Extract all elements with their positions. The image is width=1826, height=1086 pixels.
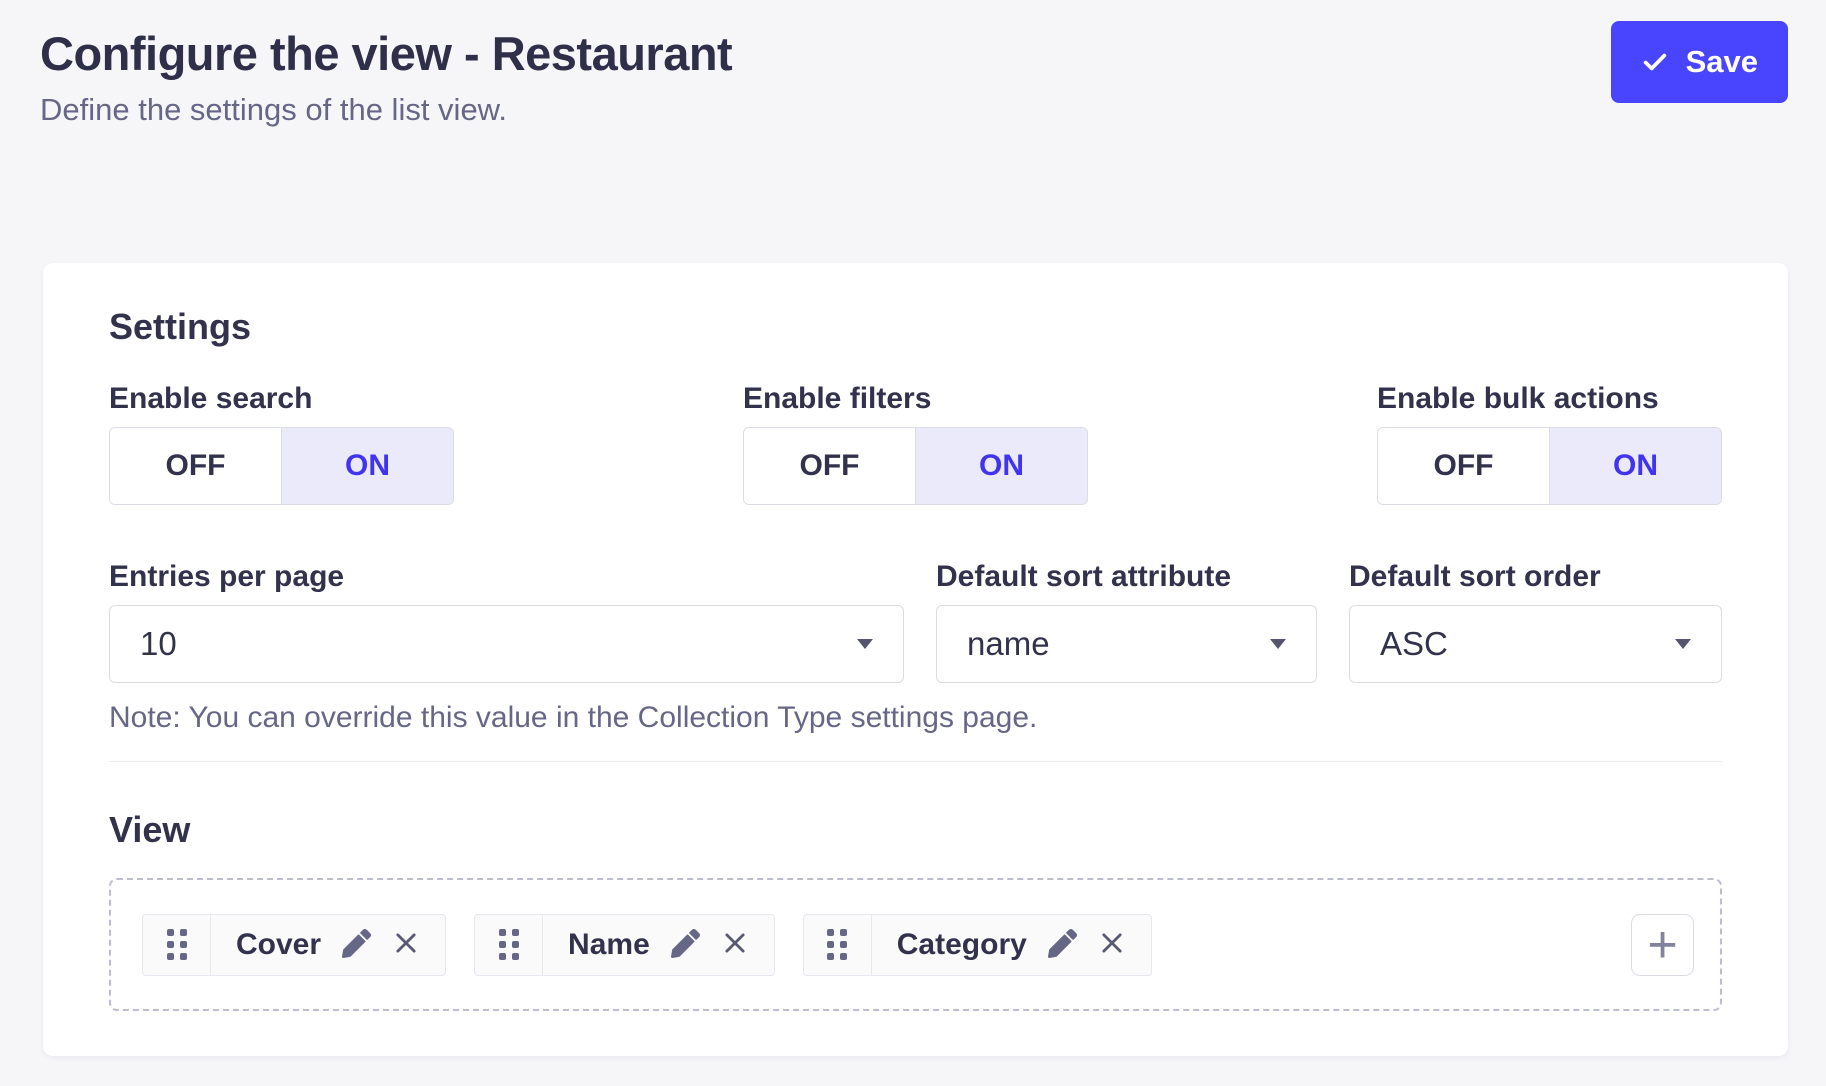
edit-field-button[interactable] [671, 929, 700, 961]
edit-field-button[interactable] [1048, 929, 1077, 961]
entries-per-page-value: 10 [140, 625, 177, 663]
toggle-group-enable-search: Enable search OFF ON [109, 381, 454, 505]
view-section-heading: View [109, 808, 1722, 852]
drag-handle-icon[interactable] [475, 915, 543, 975]
toggles-row: Enable search OFF ON Enable filters OFF … [109, 381, 1722, 505]
chip-label: Name [568, 928, 650, 962]
page-subtitle: Define the settings of the list view. [40, 90, 1786, 130]
entries-per-page-group: Entries per page 10 [109, 559, 904, 683]
enable-filters-on-option[interactable]: ON [916, 428, 1087, 504]
field-chip-category[interactable]: Category [803, 914, 1152, 976]
page-header: Configure the view - Restaurant Define t… [0, 0, 1826, 130]
select-label: Default sort order [1349, 559, 1722, 595]
view-fields-dropzone: Cover [109, 878, 1722, 1011]
settings-section-heading: Settings [109, 305, 1722, 349]
drag-dots [499, 929, 519, 960]
enable-filters-off-option[interactable]: OFF [744, 428, 916, 504]
enable-bulk-actions-on-option[interactable]: ON [1550, 428, 1721, 504]
entries-note: Note: You can override this value in the… [109, 699, 1722, 737]
toggle-group-enable-bulk-actions: Enable bulk actions OFF ON [1377, 381, 1722, 505]
pencil-icon [1048, 929, 1077, 961]
pencil-icon [671, 929, 700, 961]
close-icon [392, 929, 420, 960]
toggle-label: Enable filters [743, 381, 1088, 417]
entries-per-page-select[interactable]: 10 [109, 605, 904, 683]
chip-body: Cover [211, 915, 445, 975]
section-divider [109, 761, 1722, 762]
default-sort-attribute-group: Default sort attribute name [936, 559, 1317, 683]
field-chip-cover[interactable]: Cover [142, 914, 446, 976]
toggle-label: Enable bulk actions [1377, 381, 1722, 417]
enable-filters-toggle: OFF ON [743, 427, 1088, 505]
remove-field-button[interactable] [392, 929, 420, 960]
chip-body: Name [543, 915, 774, 975]
chevron-down-icon [1270, 639, 1286, 649]
enable-search-on-option[interactable]: ON [282, 428, 453, 504]
page-title: Configure the view - Restaurant [40, 26, 1786, 82]
drag-dots [167, 929, 187, 960]
default-sort-order-select[interactable]: ASC [1349, 605, 1722, 683]
enable-search-toggle: OFF ON [109, 427, 454, 505]
settings-card: Settings Enable search OFF ON Enable fil… [43, 263, 1788, 1056]
enable-bulk-actions-toggle: OFF ON [1377, 427, 1722, 505]
chevron-down-icon [1675, 639, 1691, 649]
chip-label: Category [897, 928, 1027, 962]
default-sort-order-value: ASC [1380, 625, 1448, 663]
chip-body: Category [872, 915, 1151, 975]
enable-bulk-actions-off-option[interactable]: OFF [1378, 428, 1550, 504]
default-sort-attribute-select[interactable]: name [936, 605, 1317, 683]
close-icon [721, 929, 749, 960]
select-label: Default sort attribute [936, 559, 1317, 595]
edit-field-button[interactable] [342, 929, 371, 961]
plus-icon: + [1647, 919, 1677, 971]
remove-field-button[interactable] [1098, 929, 1126, 960]
toggle-label: Enable search [109, 381, 454, 417]
toggle-group-enable-filters: Enable filters OFF ON [743, 381, 1088, 505]
drag-dots [827, 929, 847, 960]
add-field-button[interactable]: + [1631, 914, 1694, 976]
save-button-label: Save [1686, 44, 1758, 80]
field-chip-name[interactable]: Name [474, 914, 775, 976]
default-sort-order-group: Default sort order ASC [1349, 559, 1722, 683]
chevron-down-icon [857, 639, 873, 649]
pencil-icon [342, 929, 371, 961]
save-button[interactable]: Save [1611, 21, 1788, 103]
default-sort-attribute-value: name [967, 625, 1050, 663]
configure-view-page: Configure the view - Restaurant Define t… [0, 0, 1826, 1086]
select-label: Entries per page [109, 559, 904, 595]
selects-row: Entries per page 10 Default sort attribu… [109, 559, 1722, 683]
chip-label: Cover [236, 928, 321, 962]
drag-handle-icon[interactable] [804, 915, 872, 975]
drag-handle-icon[interactable] [143, 915, 211, 975]
check-icon [1641, 48, 1669, 76]
remove-field-button[interactable] [721, 929, 749, 960]
enable-search-off-option[interactable]: OFF [110, 428, 282, 504]
close-icon [1098, 929, 1126, 960]
